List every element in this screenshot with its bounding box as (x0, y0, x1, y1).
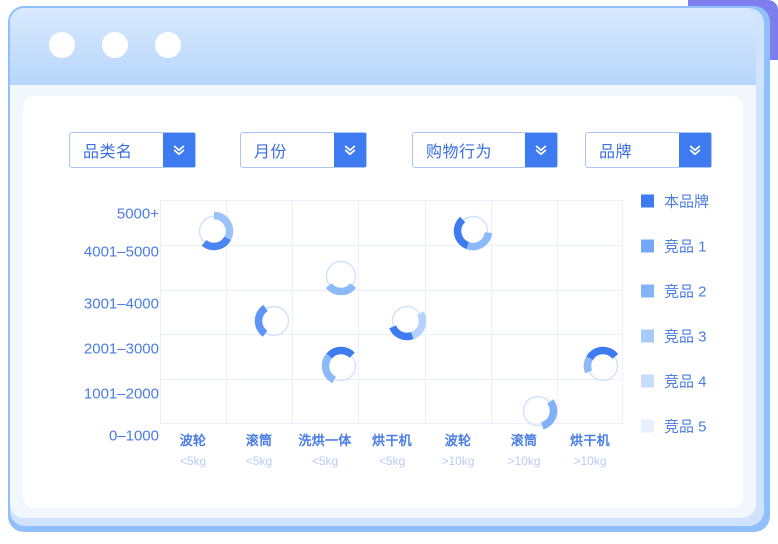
x-axis-label: 滚筒 >10kg (507, 430, 540, 468)
donut-marker[interactable] (581, 344, 625, 388)
legend-swatch (641, 374, 654, 388)
x-axis-label-name: 滚筒 (510, 433, 538, 448)
donut-marker[interactable] (516, 389, 560, 433)
gridline-horizontal (160, 290, 623, 291)
legend-swatch (641, 239, 654, 253)
x-axis-label-weight: <5kg (378, 454, 406, 468)
donut-marker[interactable] (252, 299, 296, 343)
window-titlebar (10, 8, 756, 85)
legend-label: 竞品 4 (664, 373, 707, 391)
y-axis-label: 3001–4000 (83, 295, 159, 313)
x-axis-label-weight: <5kg (311, 454, 339, 468)
legend-label: 竞品 1 (664, 238, 707, 256)
x-axis-labels: 波轮 <5kg 滚筒 <5kg 洗烘一体 <5kg 烘干机 <5kg 波轮 >10kg 滚筒 >10k… (160, 430, 623, 486)
x-axis-label: 波轮 <5kg (180, 430, 207, 468)
donut-segment (586, 346, 619, 361)
window-frame-inner: 品类名 月份 购物行为 品牌 5000+ 4001–5000 3001–4000… (10, 8, 764, 526)
x-axis-label: 烘干机 >10kg (570, 430, 610, 468)
legend-item[interactable]: 竞品 5 (641, 416, 707, 437)
legend-label: 竞品 5 (664, 418, 707, 436)
donut-segment (201, 236, 231, 251)
donut-segment (389, 325, 414, 341)
gridline-vertical (358, 200, 359, 424)
donut-marker[interactable] (319, 344, 363, 388)
window-dot-left[interactable] (49, 32, 75, 58)
legend-swatch (641, 419, 654, 433)
x-axis-label-weight: <5kg (179, 454, 207, 468)
x-axis-label-name: 烘干机 (570, 433, 610, 448)
donut-segment (410, 311, 427, 340)
bubble-donut-chart: 5000+ 4001–5000 3001–4000 2001–3000 1001–200… (23, 96, 743, 508)
y-axis-labels: 5000+ 4001–5000 3001–4000 2001–3000 1001–200… (67, 192, 159, 445)
donut-segment (321, 353, 337, 384)
x-axis-label-weight: >10kg (573, 454, 607, 468)
gridline-horizontal (160, 379, 623, 380)
chart-legend: 本品牌竞品 1 竞品 2 竞品 3 竞品 4 竞品 5 (641, 192, 741, 442)
legend-item[interactable]: 竞品 2 (641, 281, 707, 302)
y-axis-label: 1001–2000 (83, 385, 159, 403)
x-axis-label-name: 波轮 (179, 433, 207, 448)
window-frame-outer: 品类名 月份 购物行为 品牌 5000+ 4001–5000 3001–4000… (8, 6, 770, 532)
donut-segment (213, 211, 234, 241)
donut-marker[interactable] (385, 299, 429, 343)
donut-segment (583, 356, 593, 374)
x-axis-label-weight: >10kg (507, 454, 541, 468)
donut-segment (254, 304, 268, 337)
window-dot-center[interactable] (102, 32, 128, 58)
legend-swatch (641, 329, 654, 343)
donut-marker[interactable] (451, 209, 495, 253)
x-axis-label-name: 滚筒 (245, 433, 273, 448)
donut-segment (326, 346, 355, 359)
donut-marker[interactable] (192, 209, 236, 253)
legend-item[interactable]: 本品牌 (641, 191, 709, 212)
chart-plot-area (160, 200, 625, 430)
donut-segment (453, 216, 470, 250)
legend-label: 本品牌 (664, 193, 710, 211)
legend-item[interactable]: 竞品 3 (641, 326, 707, 347)
legend-label: 竞品 2 (664, 283, 707, 301)
x-axis-label-name: 波轮 (444, 433, 472, 448)
legend-swatch (641, 194, 654, 208)
x-axis-label: 波轮 >10kg (441, 430, 474, 468)
y-axis-label: 5000+ (116, 205, 159, 223)
legend-label: 竞品 3 (664, 328, 707, 346)
y-axis-label: 4001–5000 (83, 243, 159, 261)
donut-segment (466, 231, 493, 251)
y-axis-label: 0–1000 (108, 427, 159, 445)
legend-item[interactable]: 竞品 1 (641, 236, 707, 257)
legend-item[interactable]: 竞品 4 (641, 371, 707, 392)
x-axis-label-weight: >10kg (441, 454, 475, 468)
donut-segment (540, 399, 558, 430)
x-axis-label-name: 洗烘一体 (298, 433, 352, 448)
screen: 品类名 月份 购物行为 品牌 5000+ 4001–5000 3001–4000… (0, 0, 778, 544)
donut-marker[interactable] (319, 254, 363, 298)
app-window: 品类名 月份 购物行为 品牌 5000+ 4001–5000 3001–4000… (10, 8, 756, 518)
x-axis-label-weight: <5kg (245, 454, 273, 468)
x-axis-label: 烘干机 <5kg (372, 430, 412, 468)
x-axis-label: 滚筒 <5kg (246, 430, 273, 468)
dashboard-card: 品类名 月份 购物行为 品牌 5000+ 4001–5000 3001–4000… (23, 96, 743, 508)
donut-segment (325, 282, 357, 296)
legend-swatch (641, 284, 654, 298)
window-dot-right[interactable] (155, 32, 181, 58)
x-axis-label: 洗烘一体 <5kg (298, 430, 351, 468)
y-axis-label: 2001–3000 (83, 340, 159, 358)
x-axis-label-name: 烘干机 (372, 433, 412, 448)
